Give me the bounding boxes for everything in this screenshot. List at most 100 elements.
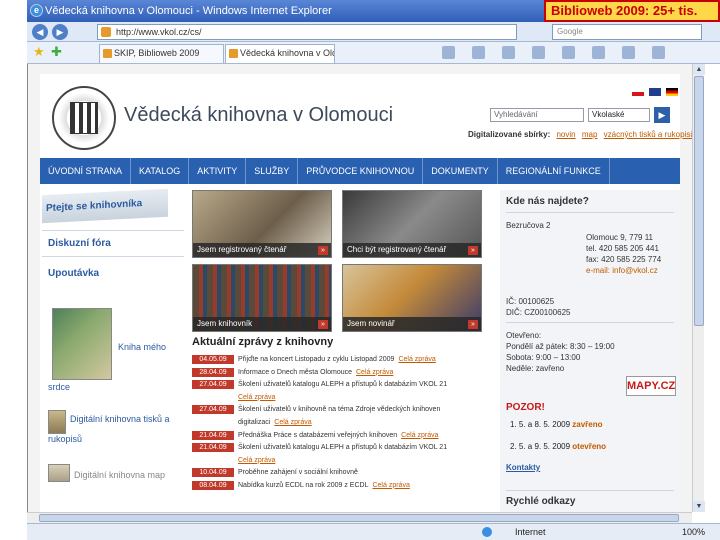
site-title[interactable]: Vědecká knihovna v Olomouci: [124, 104, 393, 127]
tab-vkol[interactable]: Vědecká knihovna v Olom...: [225, 44, 335, 63]
book-cover-image[interactable]: [52, 308, 112, 380]
news-more-link[interactable]: Celá zpráva: [401, 430, 438, 441]
nav-services[interactable]: SLUŽBY: [246, 158, 299, 184]
nav-regional[interactable]: REGIONÁLNÍ FUNKCE: [498, 158, 610, 184]
tile-librarian[interactable]: Jsem knihovník »: [192, 264, 332, 332]
address-bar: ◀ ▶ http://www.vkol.cz/cs/ Google: [27, 22, 720, 42]
horizontal-scrollbar[interactable]: [27, 512, 692, 523]
tile-become-reader[interactable]: Chci být registrovaný čtenář »: [342, 190, 482, 258]
forward-button[interactable]: ▶: [52, 24, 68, 40]
nav-activities[interactable]: AKTIVITY: [189, 158, 247, 184]
map-thumb-image[interactable]: [48, 464, 70, 482]
digital-library-link-2[interactable]: rukopisů: [48, 434, 82, 444]
where-heading: Kde nás najdete?: [506, 196, 589, 207]
research-icon[interactable]: [622, 46, 635, 59]
tools-menu-icon[interactable]: [562, 46, 575, 59]
tab-biblioweb[interactable]: SKIP, Biblioweb 2009: [99, 44, 224, 63]
flag-en-icon[interactable]: [648, 88, 661, 96]
digital-map-link[interactable]: Digitální knihovna map: [74, 470, 165, 480]
vertical-scrollbar[interactable]: ▲ ▼: [692, 64, 705, 512]
search-go-button[interactable]: ▶: [654, 107, 670, 123]
add-favorite-icon[interactable]: ✚: [51, 45, 62, 59]
address-street: Bezručova 2: [506, 221, 551, 230]
internet-zone-icon: [482, 527, 492, 537]
news-text[interactable]: Proběhne zahájení v sociální knihovně: [238, 467, 358, 478]
news-more-link[interactable]: Celá zpráva: [356, 367, 393, 378]
tile-caption: Jsem registrovaný čtenář: [193, 243, 331, 257]
ie-icon: e: [30, 4, 43, 17]
news-text[interactable]: Nabídka kurzů ECDL na rok 2009 z ECDL: [238, 480, 368, 491]
search-scope-select[interactable]: Vkolaské: [588, 108, 650, 122]
flag-de-icon[interactable]: [665, 88, 678, 96]
page-menu-icon[interactable]: [532, 46, 545, 59]
vertical-scroll-thumb[interactable]: [694, 76, 704, 326]
news-more-link[interactable]: Celá zpráva: [274, 417, 311, 428]
news-text[interactable]: Přednáška Práce s databázemi veřejných k…: [238, 430, 397, 441]
nav-library-guide[interactable]: PRŮVODCE KNIHOVNOU: [298, 158, 424, 184]
news-date: 10.04.09: [192, 468, 234, 478]
digi-link-rare-prints[interactable]: vzácných tisků a rukopisů: [604, 130, 692, 139]
book-of-heart-link[interactable]: Kniha mého: [118, 342, 166, 352]
news-more-link[interactable]: Celá zpráva: [372, 480, 409, 491]
closure-dates: 1. 5. a 8. 5. 2009: [510, 420, 571, 429]
window-title: Vědecká knihovna v Olomouci - Windows In…: [45, 5, 332, 17]
scroll-down-icon[interactable]: ▼: [693, 501, 705, 512]
horizontal-scroll-thumb[interactable]: [39, 514, 679, 522]
tile-journalist[interactable]: Jsem novinář »: [342, 264, 482, 332]
site-search-input[interactable]: Vyhledávání: [490, 108, 584, 122]
nav-home[interactable]: ÚVODNÍ STRANA: [40, 158, 132, 184]
url-text: http://www.vkol.cz/cs/: [116, 27, 202, 37]
overlay-annotation: Biblioweb 2009: 25+ tis.: [544, 0, 720, 22]
quick-links-heading: Rychlé odkazy: [506, 496, 576, 507]
manuscript-thumb-image[interactable]: [48, 410, 66, 434]
tab-label: SKIP, Biblioweb 2009: [114, 48, 200, 58]
back-button[interactable]: ◀: [32, 24, 48, 40]
left-column: Ptejte se knihovníka Diskuzní fóra Upout…: [40, 188, 190, 512]
favorites-star-icon[interactable]: ★: [33, 45, 45, 59]
home-icon[interactable]: [442, 46, 455, 59]
tile-caption: Jsem novinář: [343, 317, 481, 331]
news-more-link[interactable]: Celá zpráva: [238, 455, 275, 466]
messenger-icon[interactable]: [652, 46, 665, 59]
news-text[interactable]: Školení uživatelů v knihovně na téma Zdr…: [238, 404, 440, 415]
digi-link-maps[interactable]: map: [582, 130, 598, 139]
news-text[interactable]: Přijďte na koncert Listopadu z cyklu Lis…: [238, 354, 394, 365]
feeds-icon[interactable]: [472, 46, 485, 59]
news-text[interactable]: Školení uživatelů katalogu ALEPH a příst…: [238, 442, 447, 453]
hours-saturday: Sobota: 9:00 – 13:00: [506, 353, 581, 362]
hours-weekday: Pondělí až pátek: 8:30 – 19:00: [506, 342, 615, 351]
news-text[interactable]: digitalizaci: [238, 417, 270, 428]
contacts-link[interactable]: Kontakty: [506, 462, 540, 473]
nav-catalog[interactable]: KATALOG: [131, 158, 190, 184]
zoom-level[interactable]: 100%: [682, 524, 705, 540]
news-more-link[interactable]: Celá zpráva: [398, 354, 435, 365]
divider: [42, 230, 184, 231]
digital-library-link[interactable]: Digitální knihovna tisků a: [70, 414, 170, 424]
browser-search-input[interactable]: Google: [552, 24, 702, 40]
closure-status: zavřeno: [572, 420, 603, 429]
print-icon[interactable]: [502, 46, 515, 59]
news-text[interactable]: Informace o Dnech města Olomouce: [238, 367, 352, 378]
closure-notice-1: 1. 5. a 8. 5. 2009 zavřeno: [510, 420, 603, 429]
book-of-heart-link-2[interactable]: srdce: [48, 382, 70, 392]
fax-text: fax: 420 585 225 774: [586, 255, 662, 264]
news-date-blank: [192, 456, 234, 465]
news-item: Celá zpráva: [192, 455, 492, 467]
tile-registered-reader[interactable]: Jsem registrovaný čtenář »: [192, 190, 332, 258]
library-seal-logo[interactable]: [52, 86, 116, 150]
url-input[interactable]: http://www.vkol.cz/cs/: [97, 24, 517, 40]
nav-documents[interactable]: DOKUMENTY: [423, 158, 498, 184]
news-more-link[interactable]: Celá zpráva: [238, 392, 275, 403]
scroll-up-icon[interactable]: ▲: [693, 64, 705, 75]
news-item: Celá zpráva: [192, 392, 492, 404]
ask-librarian-banner[interactable]: Ptejte se knihovníka: [42, 188, 168, 224]
help-icon[interactable]: [592, 46, 605, 59]
email-link[interactable]: e-mail: info@vkol.cz: [586, 265, 658, 276]
news-text[interactable]: Školení uživatelů katalogu ALEPH a příst…: [238, 379, 447, 390]
forum-link[interactable]: Diskuzní fóra: [48, 238, 111, 249]
news-date: 27.04.09: [192, 380, 234, 390]
digi-link-newspapers[interactable]: novin: [556, 130, 575, 139]
news-date: 27.04.09: [192, 405, 234, 415]
mapy-cz-link[interactable]: MAPY.CZ: [626, 376, 676, 396]
flag-cz-icon[interactable]: [632, 88, 644, 96]
